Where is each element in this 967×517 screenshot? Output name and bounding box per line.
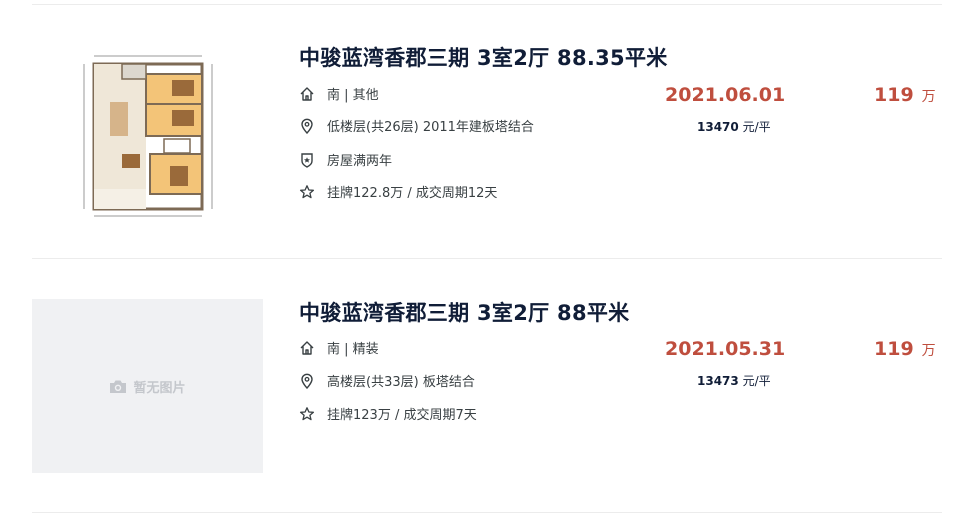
house-icon xyxy=(300,340,314,355)
total-price-value: 119 xyxy=(874,338,914,360)
divider-middle xyxy=(32,258,942,259)
no-image-label: 暂无图片 xyxy=(109,377,186,396)
listing-info-row: 挂牌122.8万 / 成交周期12天 xyxy=(299,182,497,201)
image-placeholder[interactable]: 暂无图片 xyxy=(32,299,263,473)
floor-row: 低楼层(共26层) 2011年建板塔结合 xyxy=(299,116,534,135)
location-pin-icon xyxy=(301,373,313,389)
floorplan-image[interactable] xyxy=(32,44,263,218)
listing-info-text: 挂牌122.8万 / 成交周期12天 xyxy=(327,186,498,201)
deal-date: 2021.06.01 xyxy=(665,84,786,106)
total-price-unit: 万 xyxy=(921,343,936,359)
star-icon xyxy=(299,184,315,198)
unit-price-value: 13470 xyxy=(697,120,739,134)
listing-title[interactable]: 中骏蓝湾香郡三期 3室2厅 88平米 xyxy=(299,297,629,327)
floor-row: 高楼层(共33层) 板塔结合 xyxy=(299,371,475,390)
unit-price: 13470 元/平 xyxy=(697,118,771,135)
unit-price-value: 13473 xyxy=(697,374,739,388)
tag-row: 房屋满两年 xyxy=(299,150,392,169)
floor-text: 低楼层(共26层) 2011年建板塔结合 xyxy=(327,120,534,135)
star-icon xyxy=(299,406,315,420)
house-icon xyxy=(300,86,314,101)
listing-title[interactable]: 中骏蓝湾香郡三期 3室2厅 88.35平米 xyxy=(299,42,668,72)
unit-price: 13473 元/平 xyxy=(697,372,771,389)
shield-icon xyxy=(301,152,313,168)
total-price-value: 119 xyxy=(874,84,914,106)
unit-price-suffix: 元/平 xyxy=(742,374,771,388)
no-image-text: 暂无图片 xyxy=(133,380,186,396)
divider-bottom xyxy=(32,512,942,513)
orientation-text: 南 | 精装 xyxy=(327,342,379,357)
unit-price-suffix: 元/平 xyxy=(742,120,771,134)
total-price: 119 万 xyxy=(874,338,936,360)
orientation-row: 南 | 其他 xyxy=(299,84,379,103)
floor-text: 高楼层(共33层) 板塔结合 xyxy=(327,375,475,390)
location-pin-icon xyxy=(301,118,313,134)
tag-text: 房屋满两年 xyxy=(327,154,393,169)
orientation-row: 南 | 精装 xyxy=(299,338,379,357)
deal-date: 2021.05.31 xyxy=(665,338,786,360)
orientation-text: 南 | 其他 xyxy=(327,88,379,103)
camera-icon xyxy=(110,380,127,393)
divider-top xyxy=(32,4,942,5)
total-price: 119 万 xyxy=(874,84,936,106)
total-price-unit: 万 xyxy=(921,89,936,105)
listing-info-row: 挂牌123万 / 成交周期7天 xyxy=(299,404,477,423)
listing-info-text: 挂牌123万 / 成交周期7天 xyxy=(327,408,477,423)
